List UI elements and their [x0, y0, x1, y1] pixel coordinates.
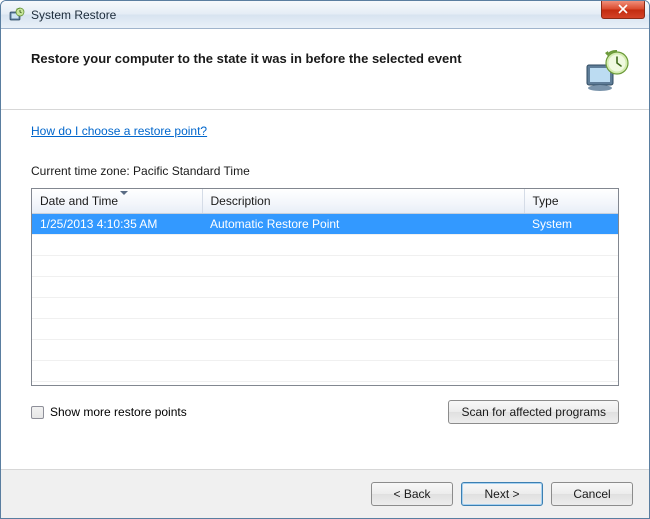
help-link[interactable]: How do I choose a restore point?: [31, 124, 619, 138]
table-row: [32, 360, 618, 381]
dialog-footer: < Back Next > Cancel: [1, 469, 649, 518]
column-description[interactable]: Description: [202, 189, 524, 213]
table-row: [32, 297, 618, 318]
system-restore-window: System Restore Restore your computer to …: [0, 0, 650, 519]
show-more-checkbox[interactable]: Show more restore points: [31, 405, 187, 419]
system-restore-icon: [9, 7, 25, 23]
column-type[interactable]: Type: [524, 189, 618, 213]
scan-affected-button[interactable]: Scan for affected programs: [448, 400, 619, 424]
body-area: How do I choose a restore point? Current…: [1, 110, 649, 469]
close-icon: [618, 4, 628, 14]
column-date[interactable]: Date and Time: [32, 189, 202, 213]
header-area: Restore your computer to the state it wa…: [1, 29, 649, 109]
window-title: System Restore: [31, 8, 116, 22]
dialog-content: Restore your computer to the state it wa…: [1, 29, 649, 518]
table-row: [32, 276, 618, 297]
page-heading: Restore your computer to the state it wa…: [31, 47, 567, 66]
table-row: [32, 255, 618, 276]
sort-descending-icon: [120, 191, 128, 195]
cell-description: Automatic Restore Point: [202, 213, 524, 234]
back-button[interactable]: < Back: [371, 482, 453, 506]
table-row: [32, 339, 618, 360]
table-row[interactable]: 1/25/2013 4:10:35 AM Automatic Restore P…: [32, 213, 618, 234]
cell-type: System: [524, 213, 618, 234]
table-row: [32, 234, 618, 255]
timezone-label: Current time zone: Pacific Standard Time: [31, 164, 619, 178]
titlebar: System Restore: [1, 1, 649, 29]
below-table-row: Show more restore points Scan for affect…: [31, 400, 619, 424]
restore-points-table[interactable]: Date and Time Description Type 1/25/2013…: [31, 188, 619, 386]
restore-point-icon: [583, 47, 631, 95]
column-date-label: Date and Time: [40, 194, 118, 208]
show-more-label: Show more restore points: [50, 405, 187, 419]
table-row: [32, 318, 618, 339]
checkbox-icon: [31, 406, 44, 419]
close-button[interactable]: [601, 1, 645, 19]
cancel-button[interactable]: Cancel: [551, 482, 633, 506]
next-button[interactable]: Next >: [461, 482, 543, 506]
cell-date: 1/25/2013 4:10:35 AM: [32, 213, 202, 234]
